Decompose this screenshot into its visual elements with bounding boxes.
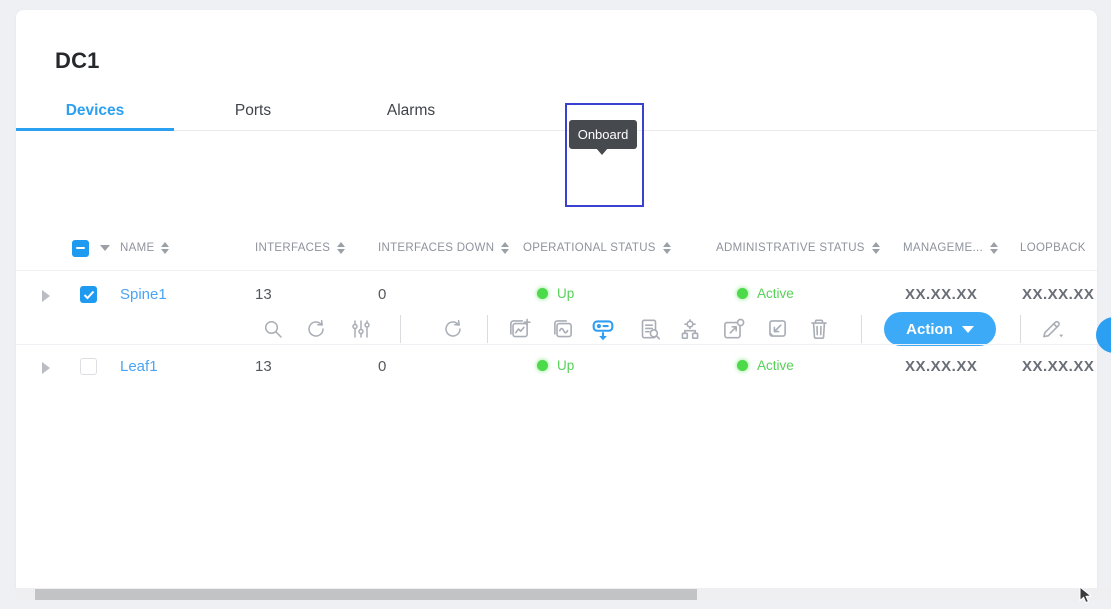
table-row: Spine1 13 0 Up Active XX.XX.XX XX.XX.XX (16, 270, 1097, 344)
page: DC1 Devices Ports Alarms (0, 0, 1111, 609)
expand-row-icon[interactable] (42, 290, 50, 302)
horizontal-scrollbar-thumb[interactable] (35, 589, 697, 600)
horizontal-scrollbar[interactable] (16, 588, 1111, 601)
select-menu-caret-icon[interactable] (100, 245, 110, 251)
onboard-tooltip-label: Onboard (578, 127, 629, 142)
sort-icon[interactable] (663, 242, 671, 254)
col-header-interfaces-down: INTERFACES DOWN (378, 242, 523, 254)
toolbar: Action (16, 155, 1097, 215)
col-header-operational-status: OPERATIONAL STATUS (523, 242, 716, 254)
operational-status-badge: Up (557, 358, 574, 373)
administrative-status-badge: Active (757, 358, 794, 373)
select-all-checkbox[interactable] (72, 240, 89, 257)
device-name-link[interactable]: Leaf1 (120, 358, 158, 375)
page-title: DC1 (55, 48, 100, 74)
management-ip: XX.XX.XX (905, 286, 977, 303)
loopback-ip: XX.XX.XX (1022, 286, 1094, 303)
tab-bar: Devices Ports Alarms (16, 95, 1097, 131)
sort-icon[interactable] (501, 242, 509, 254)
status-dot-icon (737, 360, 748, 371)
col-header-management: MANAGEME... (903, 242, 1020, 254)
onboard-tooltip: Onboard (569, 120, 637, 149)
sort-icon[interactable] (872, 242, 880, 254)
interfaces-down-cell: 0 (378, 358, 523, 375)
dc-panel: DC1 Devices Ports Alarms (16, 10, 1097, 588)
header-select-cell (72, 240, 120, 257)
tab-alarms[interactable]: Alarms (332, 95, 490, 130)
table-body: Spine1 13 0 Up Active XX.XX.XX XX.XX.XX (16, 270, 1097, 408)
status-dot-icon (537, 288, 548, 299)
col-header-name: NAME (120, 242, 255, 254)
col-header-administrative-status: ADMINISTRATIVE STATUS (716, 242, 903, 254)
sort-icon[interactable] (161, 242, 169, 254)
device-name-link[interactable]: Spine1 (120, 286, 167, 303)
table-header: NAME INTERFACES INTERFACES DOWN OPERATIO… (16, 226, 1097, 270)
management-ip: XX.XX.XX (905, 358, 977, 375)
sort-icon[interactable] (337, 242, 345, 254)
sort-icon[interactable] (990, 242, 998, 254)
loopback-ip: XX.XX.XX (1022, 358, 1094, 375)
col-header-interfaces: INTERFACES (255, 242, 378, 254)
status-dot-icon (737, 288, 748, 299)
floating-side-button[interactable] (1096, 317, 1111, 353)
operational-status-badge: Up (557, 286, 574, 301)
row-checkbox[interactable] (80, 358, 97, 375)
administrative-status-badge: Active (757, 286, 794, 301)
tab-ports[interactable]: Ports (174, 95, 332, 130)
interfaces-cell: 13 (255, 286, 378, 303)
tab-devices[interactable]: Devices (16, 95, 174, 130)
interfaces-cell: 13 (255, 358, 378, 375)
col-header-loopback: LOOPBACK (1020, 242, 1097, 254)
interfaces-down-cell: 0 (378, 286, 523, 303)
table-row: Leaf1 13 0 Up Active XX.XX.XX XX.XX.XX (16, 344, 1097, 408)
status-dot-icon (537, 360, 548, 371)
row-checkbox[interactable] (80, 286, 97, 303)
expand-row-icon[interactable] (42, 362, 50, 374)
